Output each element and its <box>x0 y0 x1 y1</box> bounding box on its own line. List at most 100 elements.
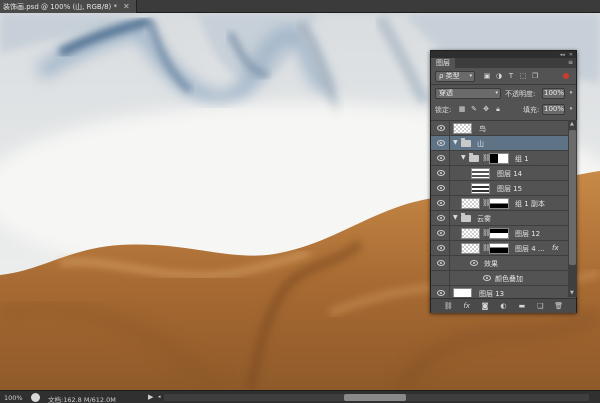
panel-menu-icon[interactable]: ≡ <box>568 59 573 66</box>
layer-row-12[interactable]: ⛓ 图层 12 <box>431 226 568 241</box>
visibility-eye-icon[interactable] <box>437 290 445 296</box>
trash-icon[interactable]: 🗑︎ <box>554 302 564 310</box>
blend-mode-value: 穿透 <box>439 89 453 97</box>
layer-thumbnail <box>471 183 490 194</box>
folder-icon <box>461 138 471 147</box>
layer-thumbnail <box>453 123 472 134</box>
fill-value: 100% <box>544 105 565 113</box>
pixel-filter-icon[interactable]: ▣ <box>483 72 491 80</box>
visibility-eye-icon[interactable] <box>437 140 445 146</box>
lock-position-icon[interactable]: ✥ <box>482 105 490 113</box>
layer-thumbnail <box>461 243 480 254</box>
smart-object-filter-icon[interactable]: ❐ <box>531 72 539 80</box>
type-filter-icon[interactable]: T <box>507 72 515 80</box>
adjustment-icon[interactable]: ◐ <box>498 302 508 310</box>
layer-mask-thumbnail[interactable] <box>489 153 509 164</box>
effect-name: 颜色叠加 <box>495 275 523 283</box>
opacity-label: 不透明度: <box>505 90 536 98</box>
layer-name: 图层 4 ... <box>515 245 545 253</box>
layer-list-scrollbar[interactable]: ▲ ▼ <box>568 120 577 297</box>
layer-row-4[interactable]: ⛓ 图层 4 ... fx <box>431 241 568 256</box>
scroll-thumb[interactable] <box>569 130 576 265</box>
lock-row: 锁定: ▦ ✎ ✥ 🔒︎ 填充: 100% ▾ <box>431 101 576 117</box>
new-layer-icon[interactable]: ❑ <box>535 302 545 310</box>
visibility-eye-icon[interactable] <box>437 185 445 191</box>
close-icon[interactable]: ✕ <box>123 2 130 11</box>
tab-layers[interactable]: 图层 <box>431 58 455 68</box>
layer-name: 山 <box>477 140 484 148</box>
visibility-eye-icon[interactable] <box>437 170 445 176</box>
horizontal-scroll-thumb[interactable] <box>344 394 406 401</box>
document-tab[interactable]: 装饰画.psd @ 100% (山, RGB/8) * ✕ <box>0 0 137 13</box>
filter-row: ρ 类型 ▾ ▣ ◑ T ⬚ ❐ <box>431 68 576 84</box>
visibility-eye-icon[interactable] <box>437 230 445 236</box>
effect-eye-icon[interactable] <box>470 260 478 266</box>
layer-name: 组 1 副本 <box>515 200 545 208</box>
visibility-eye-icon[interactable] <box>437 245 445 251</box>
lock-transparent-icon[interactable]: ▦ <box>458 105 466 113</box>
status-menu-arrow-icon[interactable]: ▶ <box>148 393 153 401</box>
visibility-eye-icon[interactable] <box>437 155 445 161</box>
layer-mask-thumbnail[interactable] <box>489 228 509 239</box>
effects-row[interactable]: 效果 <box>431 256 568 271</box>
layer-name: 图层 12 <box>515 230 541 238</box>
opacity-value: 100% <box>544 89 565 97</box>
fx-icon[interactable]: fx <box>462 302 472 310</box>
expand-triangle-icon[interactable]: ▼ <box>453 139 458 146</box>
filter-kind-select[interactable]: ρ 类型 ▾ <box>435 71 475 82</box>
filter-toggle-icon[interactable] <box>563 73 569 79</box>
horizontal-scrollbar[interactable] <box>164 394 589 401</box>
collapse-icon[interactable]: ◂◂ <box>560 52 565 58</box>
layer-thumbnail <box>471 168 490 179</box>
effect-row-color-overlay[interactable]: 颜色叠加 <box>431 271 568 286</box>
layer-row-14[interactable]: 图层 14 <box>431 166 568 181</box>
layer-row-15[interactable]: 图层 15 <box>431 181 568 196</box>
visibility-eye-icon[interactable] <box>437 260 445 266</box>
zoom-level[interactable]: 100% <box>4 394 23 402</box>
fill-dropdown-icon[interactable]: ▾ <box>567 105 575 113</box>
layer-name: 组 1 <box>515 155 529 163</box>
folder-icon <box>469 153 479 162</box>
scroll-left-icon[interactable]: ◂ <box>158 394 161 400</box>
expand-triangle-icon[interactable]: ▼ <box>461 154 466 161</box>
chevron-down-icon: ▾ <box>495 90 498 96</box>
blend-mode-select[interactable]: 穿透 ▾ <box>435 88 501 99</box>
lock-all-icon[interactable]: 🔒︎ <box>494 105 502 113</box>
status-info-icon[interactable] <box>31 393 40 402</box>
layer-row-bird[interactable]: 鸟 <box>431 121 568 136</box>
adjustment-filter-icon[interactable]: ◑ <box>495 72 503 80</box>
lock-pixels-icon[interactable]: ✎ <box>470 105 478 113</box>
layer-row-group-1-copy[interactable]: ⛓ 组 1 副本 <box>431 196 568 211</box>
document-tab-title: 装饰画.psd @ 100% (山, RGB/8) * <box>3 2 117 11</box>
scroll-down-icon[interactable]: ▼ <box>570 290 574 296</box>
fill-input[interactable]: 100% <box>542 104 565 115</box>
visibility-eye-icon[interactable] <box>437 200 445 206</box>
opacity-input[interactable]: 100% <box>542 88 565 99</box>
panel-close-icon[interactable]: ✕ <box>569 52 573 58</box>
folder-icon[interactable]: ▬ <box>517 302 527 310</box>
link-icon[interactable]: ⛓ <box>443 302 453 310</box>
chevron-down-icon: ▾ <box>469 73 472 79</box>
layer-row-cloud-group[interactable]: ▼ 云雾 <box>431 211 568 226</box>
visibility-eye-icon[interactable] <box>437 125 445 131</box>
scroll-up-icon[interactable]: ▲ <box>570 121 574 127</box>
layer-name: 图层 14 <box>497 170 523 178</box>
shape-filter-icon[interactable]: ⬚ <box>519 72 527 80</box>
layer-mask-thumbnail[interactable] <box>489 198 509 209</box>
layer-thumbnail <box>461 198 480 209</box>
fx-badge-icon[interactable]: fx <box>552 244 559 252</box>
layer-mask-thumbnail[interactable] <box>489 243 509 254</box>
visibility-eye-icon[interactable] <box>437 215 445 221</box>
layer-row-group-1[interactable]: ▼ ⛓ 组 1 <box>431 151 568 166</box>
panel-title-strip: ◂◂ ✕ <box>431 51 576 58</box>
effect-eye-icon[interactable] <box>483 275 491 281</box>
layer-row-13[interactable]: 图层 13 <box>431 286 568 297</box>
lock-label: 锁定: <box>435 106 452 114</box>
expand-triangle-icon[interactable]: ▼ <box>453 214 458 221</box>
document-size-info: 文档:162.8 M/612.0M <box>48 396 116 403</box>
layer-row-mountain-group[interactable]: ▼ 山 <box>431 136 568 151</box>
opacity-dropdown-icon[interactable]: ▾ <box>567 89 575 97</box>
layer-name: 云雾 <box>477 215 491 223</box>
layer-name: 图层 13 <box>479 290 505 297</box>
mask-icon[interactable]: ◙ <box>480 302 490 310</box>
